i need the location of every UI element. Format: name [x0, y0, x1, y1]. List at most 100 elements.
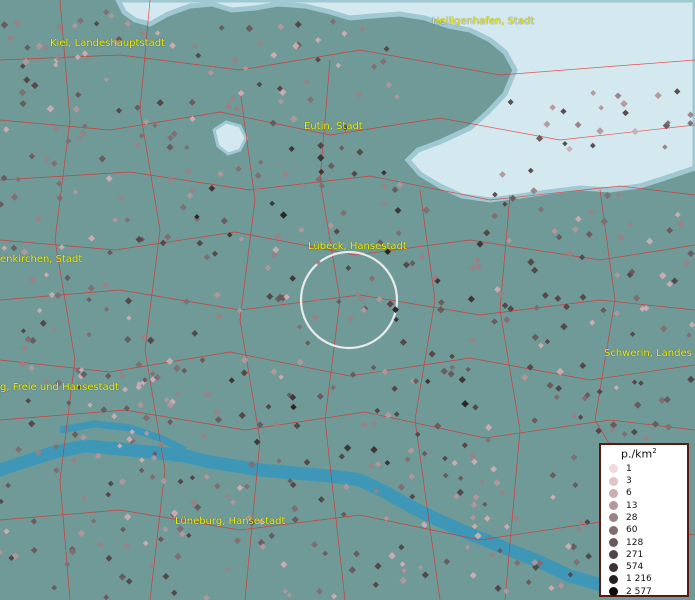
density-marker [167, 419, 174, 425]
density-marker [330, 384, 337, 391]
legend-label: 13 [626, 500, 638, 511]
legend-entry: 28 [609, 512, 683, 524]
density-marker [562, 141, 568, 147]
density-marker [340, 209, 347, 217]
density-marker [613, 385, 620, 391]
density-marker [687, 250, 695, 258]
density-marker [166, 143, 174, 151]
density-marker [167, 134, 174, 142]
density-marker [374, 407, 381, 414]
density-marker [590, 90, 597, 96]
density-marker [683, 259, 691, 267]
city-label-heiligenhafen: Heiligenhafen, Stadt [432, 16, 535, 27]
density-marker [7, 34, 15, 42]
density-marker [368, 462, 375, 470]
density-marker [397, 483, 406, 491]
legend-swatch [609, 464, 618, 474]
density-marker [195, 52, 202, 59]
density-marker [374, 562, 382, 570]
legend-label: 1 [626, 463, 632, 474]
density-marker [13, 19, 21, 27]
density-marker [371, 63, 378, 70]
density-marker [227, 232, 233, 238]
density-marker [662, 144, 668, 150]
legend-swatch [609, 574, 618, 584]
density-marker [620, 100, 628, 108]
density-marker [654, 91, 662, 100]
density-marker [189, 115, 196, 123]
density-marker [355, 91, 362, 98]
density-marker [345, 265, 352, 271]
density-marker [537, 342, 544, 349]
density-marker [434, 422, 442, 430]
map-view[interactable]: Kiel, Landeshauptstadt Heiligenhafen, St… [0, 0, 695, 600]
legend-unit: p./km [621, 447, 653, 461]
density-marker [490, 465, 498, 473]
legend-entry: 1 [609, 463, 683, 475]
density-marker [218, 24, 225, 31]
density-marker [181, 367, 188, 374]
density-marker [20, 328, 27, 334]
density-marker [555, 384, 563, 392]
density-marker [531, 266, 539, 274]
density-marker [548, 584, 555, 592]
density-marker [56, 194, 64, 202]
density-marker [258, 159, 264, 165]
density-marker [687, 120, 694, 127]
density-marker [203, 391, 211, 399]
density-marker [160, 477, 168, 485]
density-marker [0, 498, 4, 505]
density-marker [179, 203, 187, 212]
density-marker [674, 211, 681, 218]
density-marker [312, 314, 320, 322]
density-marker [556, 367, 564, 376]
legend-swatch [609, 587, 618, 597]
density-marker [354, 291, 361, 298]
legend-swatch [609, 476, 618, 486]
density-marker [242, 65, 249, 72]
density-marker [381, 169, 387, 176]
density-marker [663, 396, 671, 404]
density-marker [199, 357, 206, 364]
density-marker [154, 30, 161, 36]
density-marker [315, 175, 323, 183]
density-marker [174, 552, 182, 561]
density-marker [71, 431, 79, 438]
density-marker [0, 21, 9, 29]
density-marker [408, 473, 416, 481]
density-marker [137, 401, 144, 409]
density-marker [126, 315, 132, 321]
density-marker [28, 364, 35, 372]
density-marker [499, 171, 506, 178]
legend-entry: 271 [609, 549, 683, 561]
density-marker [318, 182, 326, 189]
density-marker [139, 457, 145, 463]
density-marker [31, 81, 39, 90]
density-marker [53, 62, 59, 68]
city-label-neumuenster: enkirchen, Stadt [0, 254, 83, 265]
density-marker [531, 333, 539, 341]
density-marker [162, 572, 170, 580]
density-marker [551, 227, 559, 235]
density-marker [191, 329, 199, 337]
density-marker [149, 563, 155, 569]
density-marker [651, 420, 660, 428]
density-marker [499, 490, 506, 497]
density-marker [173, 364, 181, 373]
density-marker [393, 411, 400, 417]
density-marker [617, 234, 625, 242]
city-label-eutin: Eutin, Stadt [304, 121, 363, 132]
density-marker [472, 404, 479, 411]
density-marker [359, 26, 366, 33]
density-marker [503, 316, 511, 324]
density-marker [351, 170, 358, 177]
density-marker [687, 111, 694, 119]
density-marker [236, 484, 244, 492]
density-marker [56, 180, 63, 187]
density-marker [494, 584, 502, 592]
density-marker [253, 438, 261, 446]
density-marker [343, 483, 350, 491]
density-marker [642, 435, 650, 442]
density-marker [317, 153, 325, 162]
density-marker [64, 274, 71, 282]
